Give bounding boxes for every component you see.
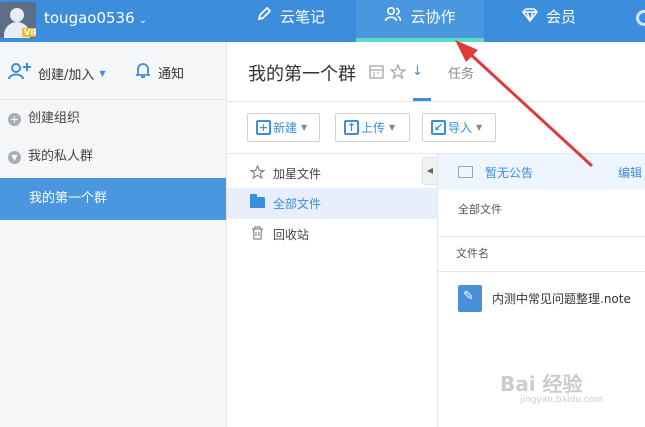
nav-tab-notes-label: 云笔记	[280, 8, 326, 26]
collapse-panel-button[interactable]: ◀	[422, 157, 438, 185]
tree-item-label: 加星文件	[273, 167, 322, 181]
chevron-down-icon: ⌄	[138, 15, 148, 26]
sidebar: 创建/加入 ▼ 通知 + 创建组织 ▼ 我的私人群 我的第一个群	[0, 42, 227, 427]
vip-badge: VIP	[22, 28, 36, 37]
diamond-icon	[522, 0, 538, 34]
import-icon: ↙	[431, 120, 446, 135]
pencil-icon	[256, 0, 272, 34]
star-icon[interactable]	[389, 63, 407, 83]
top-bar: VIP tougao0536⌄ 云笔记 云协作 会员	[0, 0, 645, 42]
title-icons: ↓	[369, 63, 423, 83]
tree-item-starred[interactable]: 加星文件	[227, 158, 438, 189]
star-icon	[248, 164, 266, 182]
calendar-icon[interactable]	[369, 64, 384, 83]
new-button[interactable]: + 新建 ▼	[247, 113, 320, 142]
username-menu[interactable]: tougao0536 ⌄	[44, 9, 147, 27]
watermark: Bai 经验 jingyan.baidu.com	[500, 368, 603, 405]
announcement-bar: 暂无公告 编辑	[438, 154, 645, 190]
gear-icon[interactable]	[636, 10, 645, 26]
column-header-name[interactable]: 文件名	[438, 236, 645, 272]
nav-tab-vip[interactable]: 会员	[522, 0, 576, 42]
chevron-left-icon: ◀	[426, 166, 434, 175]
username: tougao0536	[44, 9, 135, 27]
sidebar-item-label: 我的私人群	[28, 149, 94, 164]
add-user-icon	[8, 62, 32, 84]
people-icon	[384, 0, 402, 34]
upload-button-label: 上传	[361, 121, 386, 135]
page-title: 我的第一个群	[248, 64, 356, 85]
avatar[interactable]: VIP	[0, 2, 36, 38]
notify-button[interactable]: 通知	[134, 62, 185, 83]
tab-task[interactable]: 任务	[448, 63, 474, 82]
folder-icon	[249, 193, 265, 211]
nav-tab-notes[interactable]: 云笔记	[256, 0, 325, 42]
pin-icon[interactable]: ↓	[412, 64, 423, 83]
new-button-label: 新建	[273, 121, 298, 135]
nav-tab-vip-label: 会员	[546, 8, 577, 26]
tree-item-label: 全部文件	[273, 197, 322, 211]
announcement-text: 暂无公告	[485, 165, 534, 180]
note-file-icon	[458, 285, 482, 312]
notify-label: 通知	[158, 67, 185, 82]
create-join-label: 创建/加入	[38, 67, 95, 83]
upload-button[interactable]: ↑ 上传 ▼	[335, 113, 410, 142]
edit-announcement-link[interactable]: 编辑	[618, 164, 642, 181]
bell-icon	[134, 62, 152, 83]
chevron-down-circle-icon: ▼	[8, 150, 21, 164]
sidebar-item-label: 创建组织	[28, 111, 81, 126]
chevron-down-icon: ▼	[301, 123, 308, 132]
chevron-down-icon: ▼	[99, 68, 106, 78]
create-join-button[interactable]: 创建/加入 ▼	[8, 62, 106, 84]
trash-icon	[249, 226, 265, 243]
upload-icon: ↑	[344, 120, 359, 135]
sidebar-item-create-org[interactable]: + 创建组织	[0, 100, 226, 138]
watermark-url: jingyan.baidu.com	[520, 395, 604, 405]
sidebar-item-private-groups[interactable]: ▼ 我的私人群	[0, 138, 226, 176]
sidebar-item-first-group[interactable]: 我的第一个群	[0, 178, 226, 220]
tree-item-all-files[interactable]: 全部文件	[227, 188, 438, 219]
list-item[interactable]: 内测中常见问题整理.note	[458, 285, 631, 312]
watermark-logo: Bai 经验	[500, 372, 583, 396]
import-button-label: 导入	[448, 121, 473, 135]
divider	[437, 154, 438, 427]
divider	[227, 101, 645, 102]
nav-tab-collab-label: 云协作	[410, 8, 456, 26]
file-name: 内测中常见问题整理.note	[492, 292, 631, 306]
avatar-head	[10, 8, 24, 22]
tree-item-label: 回收站	[273, 228, 310, 242]
announcement-icon	[458, 166, 473, 178]
breadcrumb[interactable]: 全部文件	[458, 201, 502, 217]
sidebar-actions: 创建/加入 ▼ 通知	[0, 42, 226, 100]
chevron-down-icon: ▼	[476, 123, 483, 132]
plus-square-icon: +	[256, 120, 271, 135]
plus-circle-icon: +	[8, 112, 21, 126]
nav-tab-collab[interactable]: 云协作	[356, 0, 484, 42]
import-button[interactable]: ↙ 导入 ▼	[422, 113, 496, 142]
chevron-down-icon: ▼	[389, 123, 396, 132]
tree-item-trash[interactable]: 回收站	[227, 219, 438, 250]
